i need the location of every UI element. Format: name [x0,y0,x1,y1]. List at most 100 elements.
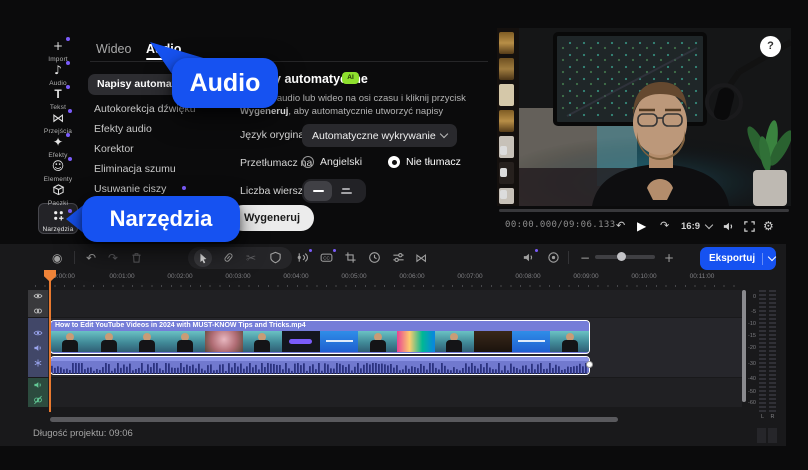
record-icon[interactable]: ◉ [52,250,62,266]
adjustments-icon[interactable] [392,251,405,264]
zoom-slider-thumb[interactable] [617,252,626,261]
skip-back-icon[interactable]: ↶ [616,217,625,235]
audio-normalize-icon[interactable] [296,251,309,264]
redo-icon[interactable]: ↷ [108,250,118,266]
notification-dot [66,37,70,41]
callout-narzedzia: Narzędzia [82,196,240,242]
aspect-ratio-value[interactable]: 16:9 [681,221,700,232]
crop-icon[interactable] [344,251,357,264]
track-row-overlay[interactable] [48,290,742,317]
ruler-timestamp: 0:00:00 [35,273,93,280]
clip-tool-icon[interactable] [222,251,235,264]
undo-icon[interactable]: ↶ [86,250,96,266]
skip-forward-icon[interactable]: ↷ [660,217,669,235]
sidebar-item-import[interactable]: + Import [38,37,78,63]
text-icon: T [54,88,61,101]
playhead-line[interactable] [49,270,51,412]
freeze-icon[interactable] [33,358,43,368]
sidebar-item-przejscia[interactable]: ⋈ Przejścia [38,109,78,135]
clip-filename: How to Edit YouTube Videos in 2024 with … [51,321,589,331]
tab-underline [146,58,182,60]
one-line-button[interactable] [304,181,332,201]
help-button[interactable]: ? [760,36,781,57]
two-lines-button[interactable] [332,181,360,201]
clip-thumbnail [512,331,550,352]
clip-thumbnail [474,331,512,352]
link-icon[interactable] [33,306,43,316]
radio-angielski[interactable]: Angielski [302,156,362,168]
ai-badge: AI [342,72,359,84]
video-clip[interactable]: How to Edit YouTube Videos in 2024 with … [50,320,590,354]
zoom-out-icon[interactable]: − [580,250,590,266]
tracking-icon[interactable] [547,251,560,264]
chevron-down-icon[interactable] [705,221,713,229]
music-note-icon: ♪ [54,64,62,77]
sidebar-item-elementy[interactable]: ☺ Elementy [38,157,78,183]
sidebar-item-tekst[interactable]: T Tekst [38,85,78,111]
speaker-icon[interactable] [33,343,43,353]
speed-icon[interactable] [368,251,381,264]
preview-scrubber[interactable] [499,209,789,212]
menu-item-usuwanie-ciszy[interactable]: Usuwanie ciszy [94,183,166,195]
sidebar-item-audio[interactable]: ♪ Audio [38,61,78,87]
callout-audio: Audio [172,58,278,108]
language-value: Automatyczne wykrywanie [312,130,436,142]
radio-icon-selected [388,156,400,168]
horizontal-scrollbar[interactable] [50,417,618,422]
clip-thumbnail [243,331,281,352]
export-label: Eksportuj [709,253,755,264]
transition-icon[interactable]: ⋈ [415,250,427,266]
export-button[interactable]: Eksportuj [700,247,776,270]
menu-item-eliminacja-szumu[interactable]: Eliminacja szumu [94,163,176,175]
ruler-timestamp: 00:09:00 [557,273,615,280]
ruler-timestamp: 00:02:00 [151,273,209,280]
ruler-timestamp: 00:11:00 [673,273,731,280]
subtitles-icon[interactable] [320,251,333,264]
menu-item-efekty-audio[interactable]: Efekty audio [94,123,152,135]
audio-clip[interactable] [50,356,590,375]
zoom-in-icon[interactable]: + [664,250,674,266]
tools-icon [52,209,65,222]
link-off-icon[interactable] [33,395,43,405]
gear-icon[interactable]: ⚙ [763,217,774,235]
clip-thumbnail [358,331,396,352]
language-dropdown[interactable]: Automatyczne wykrywanie [302,124,457,147]
clip-audio-icon[interactable] [522,251,535,264]
meter-channel-left: L [759,414,766,420]
track-header-video [28,318,48,377]
track-header-overlay [28,290,48,317]
chevron-down-icon[interactable] [768,253,776,261]
vertical-scrollbar[interactable] [742,290,746,402]
ruler-timestamp: 00:05:00 [325,273,383,280]
pointer-tool-icon[interactable] [197,252,209,264]
generate-button[interactable]: Wygeneruj [230,205,314,231]
trash-icon[interactable] [130,251,143,264]
clip-thumbnail [320,331,358,352]
sidebar-item-efekty[interactable]: ✦ Efekty [38,133,78,159]
eye-icon[interactable] [33,328,43,338]
radio-nie-tlumacz[interactable]: Nie tłumacz [388,156,461,168]
menu-item-korektor[interactable]: Korektor [94,143,134,155]
ruler-timestamp: 00:10:00 [615,273,673,280]
sidebar-item-narzedzia[interactable]: Narzędzia [38,207,78,233]
video-frame [497,28,791,206]
chevron-down-icon [440,130,448,138]
meter-scale-label: -60 [744,400,756,406]
sparkles-icon: ✦ [53,136,63,149]
play-button[interactable]: ▶ [637,217,646,235]
ruler-timestamp: 00:07:00 [441,273,499,280]
package-icon [52,183,65,196]
eye-icon[interactable] [33,291,43,301]
track-row-audio[interactable] [48,378,742,407]
sidebar-item-paczki[interactable]: Paczki [38,181,78,207]
fullscreen-icon[interactable] [743,220,756,233]
tab-audio[interactable]: Audio [146,42,181,56]
scissors-icon[interactable]: ✂ [246,250,256,266]
ruler-timestamp: 00:01:00 [93,273,151,280]
volume-icon[interactable] [722,220,735,233]
ruler-timestamp: 00:06:00 [383,273,441,280]
speaker-icon[interactable] [33,380,43,390]
tab-wideo[interactable]: Wideo [96,42,131,56]
marker-tool-icon[interactable] [269,251,282,264]
clip-trim-handle[interactable] [586,361,593,368]
